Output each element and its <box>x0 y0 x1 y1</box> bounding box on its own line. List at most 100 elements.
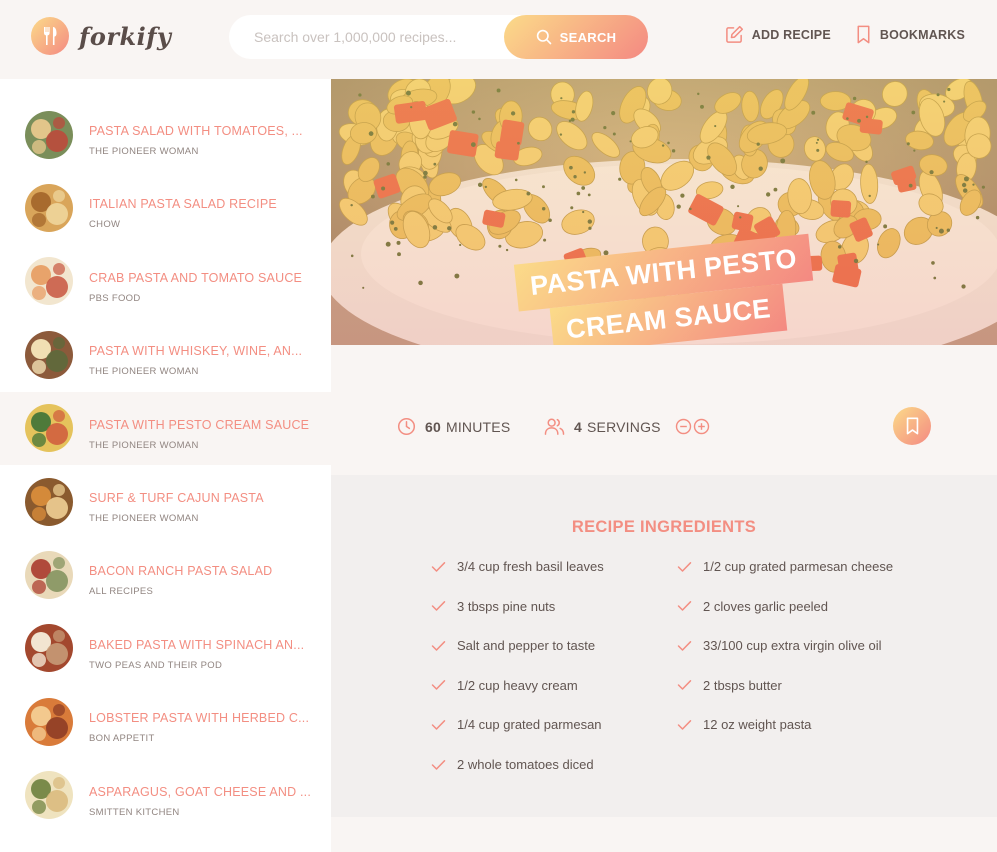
search-result-item[interactable]: ASPARAGUS, GOAT CHEESE AND ... SMITTEN KI… <box>0 759 331 832</box>
recipe-directions <box>331 817 997 852</box>
check-icon <box>677 680 692 691</box>
ingredient-item: 2 tbsps butter <box>677 678 782 693</box>
search-icon <box>536 29 551 45</box>
bookmark-icon <box>906 417 918 435</box>
search-result-item[interactable]: PASTA WITH PESTO CREAM SAUCE THE PIONEER … <box>0 391 331 465</box>
result-publisher: ALL RECIPES <box>89 586 154 598</box>
bookmark-icon <box>857 25 870 44</box>
result-publisher: PBS FOOD <box>89 292 141 304</box>
recipe-thumbnail <box>25 771 73 820</box>
recipe-thumbnail <box>25 330 73 379</box>
edit-icon <box>725 25 743 43</box>
ingredient-text: 2 cloves garlic peeled <box>703 598 829 614</box>
check-icon <box>677 561 692 572</box>
cooking-time: 60 MINUTES <box>397 417 510 436</box>
result-title: SURF & TURF CAJUN PASTA <box>89 491 264 505</box>
servings-stepper <box>675 418 711 435</box>
result-title: ASPARAGUS, GOAT CHEESE AND ... <box>89 784 312 799</box>
ingredient-text: 12 oz weight pasta <box>703 717 812 733</box>
result-publisher: THE PIONEER WOMAN <box>89 513 199 524</box>
users-icon <box>544 418 565 435</box>
ingredient-text: 1/2 cup heavy cream <box>457 677 578 693</box>
ingredient-item: 1/4 cup grated parmesan <box>431 717 602 732</box>
result-publisher: THE PIONEER WOMAN <box>89 366 199 378</box>
ingredient-item: 3/4 cup fresh basil leaves <box>431 559 604 574</box>
result-title: LOBSTER PASTA WITH HERBED C... <box>89 711 310 726</box>
check-icon <box>431 561 446 572</box>
search-form: SEARCH <box>229 15 648 59</box>
recipe-thumbnail <box>25 257 73 306</box>
check-icon <box>677 601 692 611</box>
ingredient-text: 3/4 cup fresh basil leaves <box>457 559 604 574</box>
clock-icon <box>397 417 416 436</box>
search-result-item[interactable]: ITALIAN PASTA SALAD RECIPE CHOW <box>0 171 331 244</box>
servings: 4 SERVINGS <box>544 417 711 436</box>
check-icon <box>431 719 446 730</box>
result-publisher: SMITTEN KITCHEN <box>89 806 180 818</box>
search-result-item[interactable]: SURF & TURF CAJUN PASTA THE PIONEER WOMAN <box>0 465 331 538</box>
recipe-thumbnail <box>25 477 73 526</box>
header: forkify SEARCH ADD RECIPE BOOKMARKS <box>0 0 997 79</box>
minutes-value: 60 <box>425 418 441 435</box>
result-title: PASTA WITH WHISKEY, WINE, AN... <box>89 344 303 359</box>
result-title: BACON RANCH PASTA SALAD <box>89 564 273 579</box>
check-icon <box>431 680 446 691</box>
search-button[interactable]: SEARCH <box>504 15 648 59</box>
ingredient-text: 2 tbsps butter <box>703 677 782 693</box>
bookmarks-label: BOOKMARKS <box>879 27 965 42</box>
result-title: BAKED PASTA WITH SPINACH AN... <box>89 637 305 652</box>
result-publisher: BON APPETIT <box>89 733 155 745</box>
recipe-thumbnail <box>25 404 73 453</box>
search-result-item[interactable]: PASTA SALAD WITH TOMATOES, ... THE PIONEE… <box>0 98 331 171</box>
ingredients-heading: RECIPE INGREDIENTS <box>571 518 757 536</box>
search-result-item[interactable]: PASTA WITH WHISKEY, WINE, AN... THE PIONE… <box>0 318 331 391</box>
recipe-thumbnail <box>25 624 73 673</box>
recipe-hero: PASTA WITH PESTO CREAM SAUCE <box>331 79 997 345</box>
search-button-label: SEARCH <box>559 29 617 45</box>
add-recipe-button[interactable]: ADD RECIPE <box>725 25 831 44</box>
result-title: PASTA SALAD WITH TOMATOES, ... <box>89 124 303 138</box>
recipe-thumbnail <box>25 110 73 159</box>
result-publisher: THE PIONEER WOMAN <box>89 439 199 451</box>
ingredient-text: 3 tbsps pine nuts <box>457 598 556 614</box>
check-icon <box>431 601 446 611</box>
minutes-label: MINUTES <box>445 418 511 435</box>
search-result-item[interactable]: CRAB PASTA AND TOMATO SAUCE PBS FOOD <box>0 245 331 318</box>
ingredient-item: 33/100 cup extra virgin olive oil <box>677 638 882 653</box>
plus-circle-icon[interactable] <box>693 418 710 435</box>
result-title: ITALIAN PASTA SALAD RECIPE <box>89 197 277 212</box>
search-result-item[interactable]: LOBSTER PASTA WITH HERBED C... BON APPETI… <box>0 685 331 758</box>
recipe-details: 60 MINUTES 4 SERVINGS <box>331 345 997 475</box>
search-result-item[interactable]: BAKED PASTA WITH SPINACH AN... TWO PEAS A… <box>0 612 331 685</box>
add-recipe-label: ADD RECIPE <box>751 27 831 42</box>
logo[interactable]: forkify <box>31 17 172 55</box>
recipe-ingredients: RECIPE INGREDIENTS 3/4 cup fresh basil l… <box>331 475 997 817</box>
ingredient-item: Salt and pepper to taste <box>431 638 595 653</box>
minus-circle-icon[interactable] <box>675 418 692 435</box>
bookmarks-button[interactable]: BOOKMARKS <box>855 25 965 44</box>
servings-label: SERVINGS <box>587 418 661 435</box>
ingredient-item: 2 cloves garlic peeled <box>677 599 828 614</box>
ingredient-item: 2 whole tomatoes diced <box>431 757 594 772</box>
ingredient-text: 33/100 cup extra virgin olive oil <box>703 638 882 654</box>
ingredient-text: 1/4 cup grated parmesan <box>457 717 602 733</box>
bookmark-recipe-button[interactable] <box>893 407 931 445</box>
recipe-thumbnail <box>25 697 73 746</box>
recipe-thumbnail <box>25 183 73 232</box>
main-nav: ADD RECIPE BOOKMARKS <box>701 25 965 44</box>
search-input[interactable] <box>254 29 504 45</box>
recipe-thumbnail <box>25 550 73 599</box>
result-title: CRAB PASTA AND TOMATO SAUCE <box>89 270 303 285</box>
search-result-item[interactable]: BACON RANCH PASTA SALAD ALL RECIPES <box>0 538 331 611</box>
ingredient-text: Salt and pepper to taste <box>457 638 596 654</box>
servings-value: 4 <box>574 418 582 435</box>
check-icon <box>677 719 692 730</box>
ingredient-text: 1/2 cup grated parmesan cheese <box>703 559 894 574</box>
ingredient-item: 3 tbsps pine nuts <box>431 599 555 614</box>
ingredient-item: 12 oz weight pasta <box>677 717 811 732</box>
result-publisher: THE PIONEER WOMAN <box>89 146 199 157</box>
logo-text: forkify <box>79 21 172 51</box>
ingredient-text: 2 whole tomatoes diced <box>457 757 594 772</box>
check-icon <box>431 759 446 770</box>
ingredient-item: 1/2 cup grated parmesan cheese <box>677 559 893 574</box>
